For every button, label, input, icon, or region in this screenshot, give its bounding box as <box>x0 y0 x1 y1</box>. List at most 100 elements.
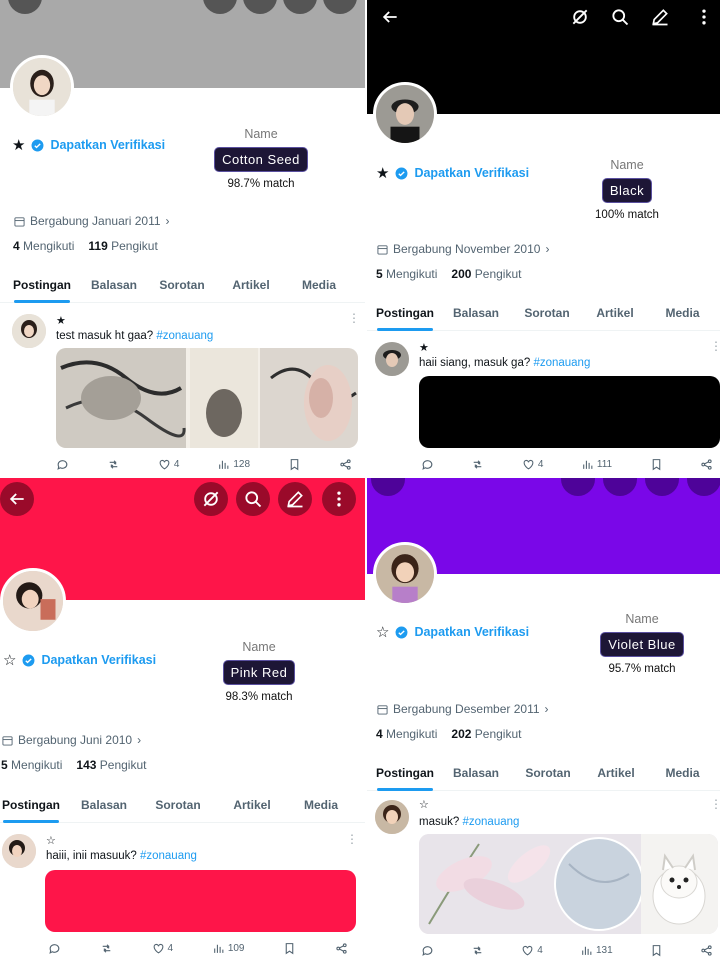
verify-link[interactable]: Dapatkan Verifikasi <box>50 138 165 152</box>
bookmark-button[interactable] <box>288 458 301 471</box>
search-button[interactable] <box>236 482 270 516</box>
tab-media[interactable]: Media <box>294 798 348 822</box>
post-avatar[interactable] <box>375 800 409 834</box>
tab-media[interactable]: Media <box>645 766 720 790</box>
share-button[interactable] <box>700 458 713 471</box>
post-media[interactable] <box>45 870 356 932</box>
like-button[interactable]: 4 <box>521 944 543 957</box>
tab-postingan[interactable]: Postingan <box>0 278 84 302</box>
verification-row[interactable]: ★ Dapatkan Verifikasi <box>12 136 165 154</box>
tab-media[interactable]: Media <box>645 306 720 330</box>
verification-row[interactable]: ★ Dapatkan Verifikasi <box>376 164 529 182</box>
like-button[interactable]: 4 <box>152 942 173 955</box>
retweet-button[interactable] <box>471 944 484 957</box>
post-media-collage[interactable] <box>419 834 718 934</box>
hashtag-link[interactable]: #zonauang <box>533 357 590 369</box>
post-more-icon[interactable]: ⋮ <box>710 340 720 352</box>
verify-link[interactable]: Dapatkan Verifikasi <box>414 166 529 180</box>
verify-link[interactable]: Dapatkan Verifikasi <box>41 653 156 667</box>
tab-postingan[interactable]: Postingan <box>367 306 443 330</box>
followers-count[interactable]: 202 Pengikut <box>451 727 521 741</box>
post-media-collage[interactable] <box>56 348 358 448</box>
retweet-button[interactable] <box>471 458 484 471</box>
avatar[interactable] <box>10 55 74 119</box>
avatar-photo <box>3 571 63 631</box>
chevron-right-icon[interactable]: › <box>545 242 549 256</box>
tab-media[interactable]: Media <box>282 278 356 302</box>
verified-badge-icon <box>31 139 44 151</box>
join-date: Bergabung Desember 2011 › <box>377 702 549 716</box>
chevron-right-icon[interactable]: › <box>137 733 141 747</box>
tab-balasan[interactable]: Balasan <box>62 798 146 822</box>
tab-balasan[interactable]: Balasan <box>443 306 509 330</box>
reply-button[interactable] <box>48 942 61 955</box>
more-button[interactable] <box>687 0 720 34</box>
tab-balasan[interactable]: Balasan <box>443 766 509 790</box>
views-button[interactable]: 128 <box>217 458 250 471</box>
chevron-right-icon[interactable]: › <box>166 214 170 228</box>
search-button[interactable] <box>603 0 637 34</box>
verify-link[interactable]: Dapatkan Verifikasi <box>414 625 529 639</box>
tab-artikel[interactable]: Artikel <box>587 766 645 790</box>
tab-sorotan[interactable]: Sorotan <box>509 766 587 790</box>
following-count[interactable]: 5 Mengikuti <box>376 267 437 281</box>
hide-button[interactable] <box>563 0 597 34</box>
retweet-button[interactable] <box>100 942 113 955</box>
post-avatar[interactable] <box>2 834 36 868</box>
views-button[interactable]: 109 <box>212 942 245 955</box>
post-more-icon[interactable]: ⋮ <box>346 833 358 845</box>
post-more-icon[interactable]: ⋮ <box>710 798 720 810</box>
tab-artikel[interactable]: Artikel <box>220 278 282 302</box>
hide-button[interactable] <box>194 482 228 516</box>
share-button[interactable] <box>700 944 713 957</box>
post-avatar[interactable] <box>12 314 46 348</box>
tab-sorotan[interactable]: Sorotan <box>146 798 210 822</box>
followers-count[interactable]: 143 Pengikut <box>76 758 146 772</box>
avatar[interactable] <box>373 542 437 606</box>
tab-balasan[interactable]: Balasan <box>84 278 144 302</box>
tab-sorotan[interactable]: Sorotan <box>509 306 585 330</box>
hashtag-link[interactable]: #zonauang <box>156 330 213 342</box>
like-button[interactable]: 4 <box>158 458 179 471</box>
following-count[interactable]: 4 Mengikuti <box>376 727 437 741</box>
followers-count[interactable]: 119 Pengikut <box>88 239 157 253</box>
following-count[interactable]: 4 Mengikuti <box>13 239 74 253</box>
chevron-right-icon[interactable]: › <box>545 702 549 716</box>
edit-button[interactable] <box>643 0 677 34</box>
tab-postingan[interactable]: Postingan <box>0 798 62 822</box>
search-icon <box>612 9 629 26</box>
bookmark-button[interactable] <box>650 944 663 957</box>
like-button[interactable]: 4 <box>522 458 543 471</box>
reply-icon <box>422 460 433 470</box>
hashtag-link[interactable]: #zonauang <box>140 850 197 862</box>
edit-button[interactable] <box>278 482 312 516</box>
post-more-icon[interactable]: ⋮ <box>348 312 360 324</box>
views-button[interactable]: 131 <box>580 944 613 957</box>
share-button[interactable] <box>335 942 348 955</box>
followers-count[interactable]: 200 Pengikut <box>451 267 521 281</box>
reply-button[interactable] <box>421 944 434 957</box>
tab-sorotan[interactable]: Sorotan <box>144 278 220 302</box>
hashtag-link[interactable]: #zonauang <box>462 816 519 828</box>
post-avatar[interactable] <box>375 342 409 376</box>
reply-button[interactable] <box>421 458 434 471</box>
retweet-button[interactable] <box>107 458 120 471</box>
tab-artikel[interactable]: Artikel <box>585 306 645 330</box>
views-button[interactable]: 111 <box>581 458 612 471</box>
tab-artikel[interactable]: Artikel <box>210 798 294 822</box>
verification-row[interactable]: ☆ Dapatkan Verifikasi <box>3 651 156 669</box>
following-count[interactable]: 5 Mengikuti <box>1 758 62 772</box>
avatar[interactable] <box>0 568 66 634</box>
avatar[interactable] <box>373 82 437 146</box>
verification-row[interactable]: ☆ Dapatkan Verifikasi <box>376 623 529 641</box>
more-button[interactable] <box>322 482 356 516</box>
retweet-icon <box>102 944 111 953</box>
post-media[interactable] <box>419 376 720 448</box>
share-button[interactable] <box>339 458 352 471</box>
bookmark-button[interactable] <box>650 458 663 471</box>
tab-postingan[interactable]: Postingan <box>367 766 443 790</box>
bookmark-button[interactable] <box>283 942 296 955</box>
back-button[interactable] <box>0 482 34 516</box>
back-button[interactable] <box>373 0 407 34</box>
reply-button[interactable] <box>56 458 69 471</box>
